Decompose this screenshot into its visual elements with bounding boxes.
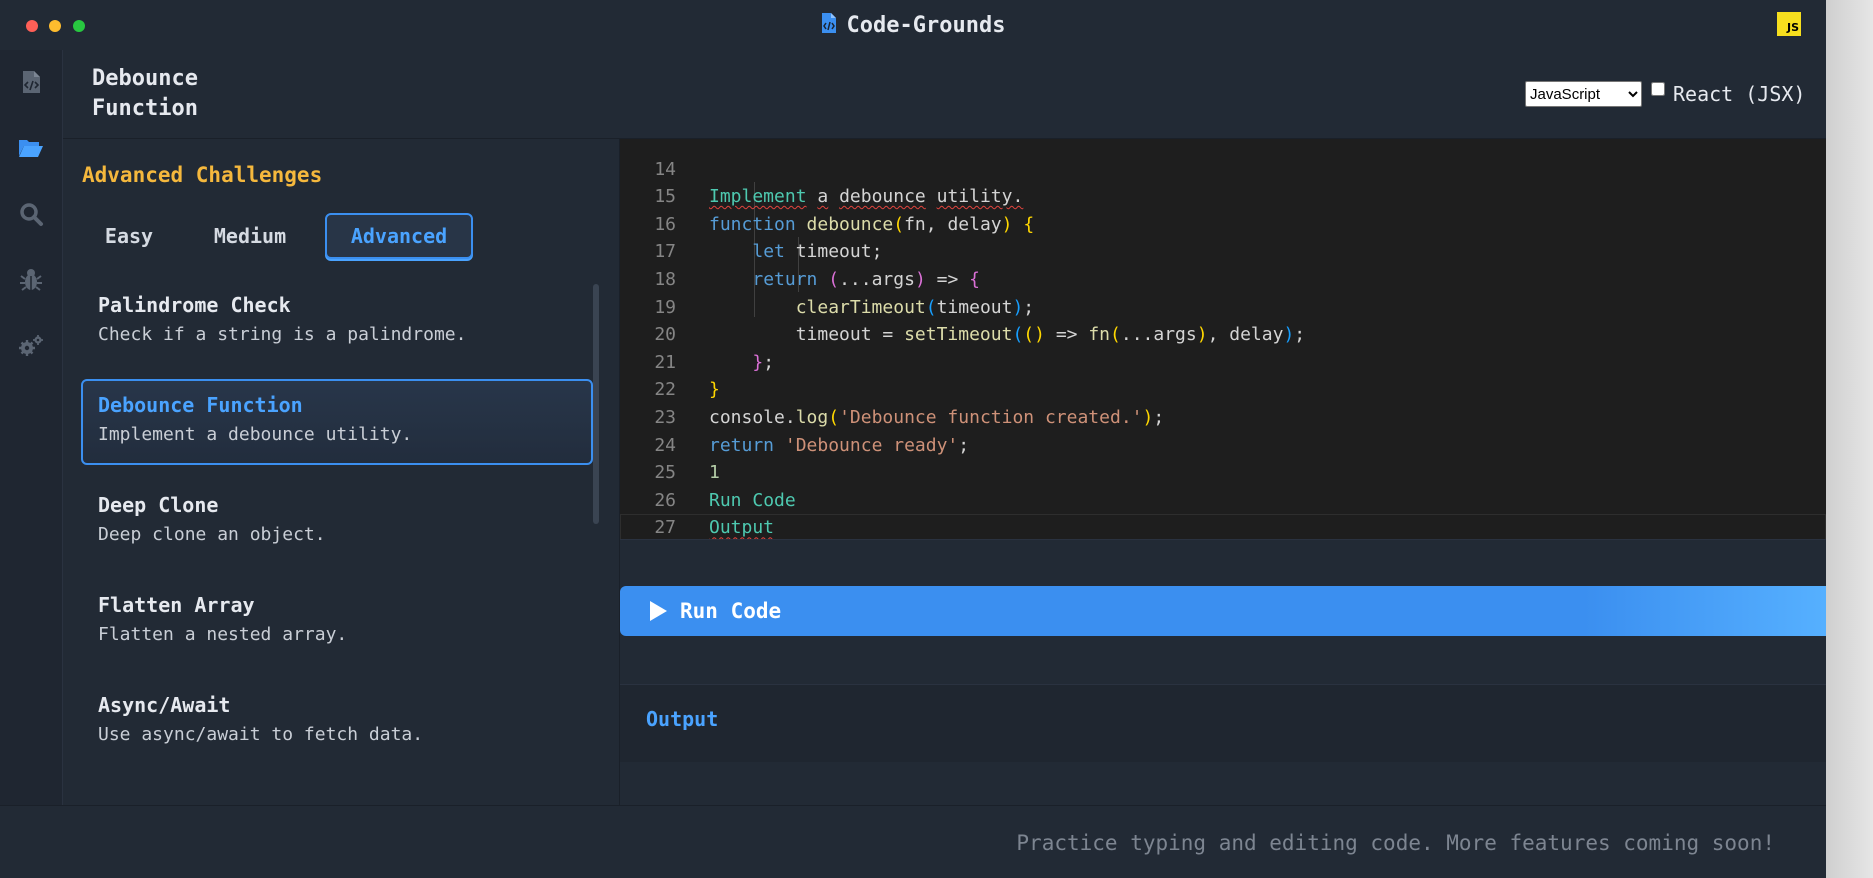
output-spacer	[620, 762, 1826, 805]
code-line: 16 let timeout;	[620, 183, 1826, 263]
react-jsx-label[interactable]: React (JSX)	[1673, 82, 1805, 106]
desktop-background	[1826, 0, 1873, 878]
search-icon[interactable]	[17, 200, 45, 228]
challenge-item-async-await[interactable]: Async/Await Use async/await to fetch dat…	[81, 679, 593, 765]
challenge-title: Debounce Function	[98, 393, 303, 417]
code-file-icon[interactable]	[17, 68, 45, 96]
gears-icon[interactable]	[17, 332, 45, 360]
challenge-item-flatten-array[interactable]: Flatten Array Flatten a nested array.	[81, 579, 593, 665]
window-title: Code-Grounds	[846, 12, 1006, 38]
run-code-button[interactable]: Run Code	[620, 586, 1826, 636]
code-line: 21 }	[620, 321, 1826, 401]
challenges-panel: Advanced Challenges Easy Medium Advanced…	[63, 139, 620, 805]
language-select[interactable]: JavaScript	[1525, 81, 1642, 107]
code-line: 19 timeout = setTimeout(() => fn(...args…	[620, 266, 1826, 346]
activity-bar	[0, 50, 63, 805]
challenge-description: Check if a string is a palindrome.	[98, 324, 467, 345]
editor-header: Debounce Function JavaScript React (JSX)	[63, 50, 1826, 139]
challenge-item-deep-clone[interactable]: Deep Clone Deep clone an object.	[81, 479, 593, 565]
code-line: 18 clearTimeout(timeout);	[620, 238, 1826, 318]
code-line: 15 function debounce(fn, delay) {	[620, 156, 1826, 235]
challenge-description: Deep clone an object.	[98, 524, 326, 545]
react-jsx-checkbox[interactable]	[1651, 82, 1665, 96]
output-heading: Output	[646, 707, 719, 731]
code-line: 24 1	[620, 404, 1826, 484]
challenge-title: Deep Clone	[98, 493, 219, 517]
code-line: 23 return 'Debounce ready';	[620, 376, 1826, 456]
play-icon	[650, 601, 667, 621]
code-line: 17 return (...args) => {	[620, 211, 1826, 290]
title-bar: Code-Grounds JS	[0, 0, 1826, 51]
code-line: 27 Practice typing and editing code.More…	[620, 487, 1826, 538]
code-line: 14 Implement a debounce utility.	[620, 139, 1826, 208]
tab-medium[interactable]: Medium	[200, 213, 300, 259]
challenge-item-debounce-function[interactable]: Debounce Function Implement a debounce u…	[81, 379, 593, 465]
folder-open-icon[interactable]	[17, 134, 45, 162]
code-line: 22 console.log('Debounce function create…	[620, 349, 1826, 428]
challenge-title: Palindrome Check	[98, 293, 291, 317]
challenge-description: Flatten a nested array.	[98, 624, 348, 645]
js-badge-icon: JS	[1777, 12, 1801, 36]
footer-text: Practice typing and editing code. More f…	[1016, 831, 1775, 855]
footer: Practice typing and editing code. More f…	[0, 805, 1826, 878]
app-window: Code-Grounds JS Debounce Function JavaSc…	[0, 0, 1826, 878]
challenge-list-scrollbar-thumb[interactable]	[593, 284, 599, 524]
challenge-item-palindrome-check[interactable]: Palindrome Check Check if a string is a …	[81, 279, 593, 365]
challenge-description: Implement a debounce utility.	[98, 424, 413, 445]
challenge-title: Async/Await	[98, 693, 231, 717]
code-line: 26 Output	[620, 459, 1826, 539]
challenge-list: Palindrome Check Check if a string is a …	[81, 279, 593, 799]
code-line: 25 Run Code	[620, 432, 1826, 511]
page-title: Debounce Function	[92, 66, 198, 121]
challenge-description: Use async/await to fetch data.	[98, 724, 424, 745]
tab-advanced[interactable]: Advanced	[325, 213, 473, 259]
code-file-icon	[821, 12, 837, 38]
output-panel: Output	[620, 684, 1826, 763]
challenge-title: Flatten Array	[98, 593, 255, 617]
code-line-current: 28	[620, 514, 1826, 539]
code-editor[interactable]: 14 Implement a debounce utility. 15 func…	[620, 139, 1826, 540]
run-code-label: Run Code	[680, 599, 782, 623]
challenges-heading: Advanced Challenges	[82, 163, 323, 187]
tab-easy[interactable]: Easy	[93, 213, 165, 259]
window-title-group: Code-Grounds	[0, 0, 1826, 50]
code-line: 20 };	[620, 294, 1826, 373]
bug-icon[interactable]	[17, 266, 45, 294]
